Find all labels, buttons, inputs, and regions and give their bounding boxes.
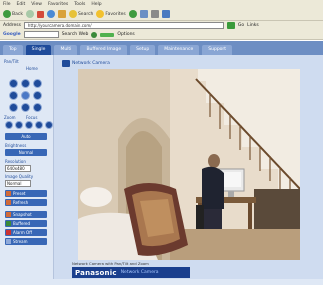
tab-maintenance[interactable]: Maintenance bbox=[158, 45, 200, 55]
links-label[interactable]: Links bbox=[247, 23, 259, 28]
search-icon bbox=[68, 10, 77, 18]
go-button[interactable] bbox=[226, 22, 235, 29]
page-bottom-strip bbox=[0, 279, 323, 285]
buffer-icon bbox=[6, 221, 11, 226]
search-web-button[interactable]: Search Web bbox=[62, 32, 89, 37]
camera-title-text: Network Camera bbox=[72, 60, 110, 66]
live-video-image[interactable] bbox=[78, 69, 300, 260]
camera-icon bbox=[6, 212, 11, 217]
pan-right-button[interactable] bbox=[33, 91, 42, 100]
tab-multi[interactable]: Multi bbox=[54, 45, 78, 55]
pan-tilt-label: Pan/Tilt bbox=[4, 59, 19, 64]
mail-icon[interactable] bbox=[139, 10, 148, 18]
tab-single[interactable]: Single bbox=[25, 45, 52, 55]
tab-top[interactable]: Top bbox=[3, 45, 23, 55]
home-position-button[interactable] bbox=[21, 91, 30, 100]
pan-tilt-pad bbox=[9, 79, 43, 113]
back-arrow-icon bbox=[3, 10, 11, 18]
tab-setup[interactable]: Setup bbox=[130, 45, 156, 55]
options-button[interactable]: Options bbox=[117, 32, 134, 37]
refresh-button[interactable]: Refresh bbox=[5, 199, 47, 206]
brand-name: Panasonic bbox=[75, 268, 117, 277]
tilt-up-button[interactable] bbox=[21, 79, 30, 88]
tab-support[interactable]: Support bbox=[202, 45, 233, 55]
refresh-small-icon bbox=[6, 200, 11, 205]
favorites-button[interactable]: Favorites bbox=[96, 10, 126, 18]
home-label: Home bbox=[26, 66, 38, 71]
menu-favorites[interactable]: Favorites bbox=[48, 2, 68, 7]
snapshot-button[interactable]: Snapshot bbox=[5, 211, 47, 218]
camera-page: Top Single Multi Buffered Image Setup Ma… bbox=[0, 41, 323, 285]
stop-icon[interactable] bbox=[36, 10, 44, 18]
focus-label: Focus bbox=[26, 115, 38, 120]
go-label[interactable]: Go bbox=[238, 23, 244, 28]
search-button[interactable]: Search bbox=[68, 10, 93, 18]
brightness-normal-button[interactable]: Normal bbox=[5, 149, 47, 156]
pan-down-left-button[interactable] bbox=[9, 103, 18, 112]
panasonic-logo: Panasonic Network Camera bbox=[72, 267, 190, 278]
camera-nav: Top Single Multi Buffered Image Setup Ma… bbox=[0, 41, 323, 55]
menu-view[interactable]: View bbox=[31, 2, 42, 7]
resolution-label: Resolution bbox=[5, 159, 26, 164]
caption-text: Network Camera with Pan/Tilt and Zoom bbox=[72, 261, 149, 266]
refresh-icon[interactable] bbox=[46, 10, 55, 18]
stream-button[interactable]: Stream bbox=[5, 238, 47, 245]
quality-label: Image Quality bbox=[5, 174, 34, 179]
pagerank-icon bbox=[100, 32, 115, 37]
menu-help[interactable]: Help bbox=[91, 2, 101, 7]
camera-badge-icon bbox=[62, 59, 70, 67]
control-panel: Pan/Tilt Home Zoom Focus Auto Brightness… bbox=[0, 55, 54, 285]
edit-icon[interactable] bbox=[161, 10, 170, 18]
home-icon[interactable] bbox=[57, 10, 66, 18]
tab-buffered-image[interactable]: Buffered Image bbox=[80, 45, 128, 55]
address-label: Address bbox=[3, 23, 21, 28]
stream-icon bbox=[6, 239, 11, 244]
camera-title: Network Camera bbox=[62, 59, 110, 67]
pan-left-button[interactable] bbox=[9, 91, 18, 100]
menu-edit[interactable]: Edit bbox=[17, 2, 26, 7]
google-toolbar: Google Search Web Options bbox=[0, 30, 323, 40]
google-logo: Google bbox=[3, 32, 21, 37]
star-icon bbox=[96, 10, 105, 18]
focus-auto-button[interactable] bbox=[45, 121, 53, 129]
print-icon[interactable] bbox=[150, 10, 159, 18]
zoom-in-button[interactable] bbox=[15, 121, 23, 129]
focus-near-button[interactable] bbox=[25, 121, 33, 129]
auto-focus-button[interactable]: Auto bbox=[5, 133, 47, 140]
zoom-out-button[interactable] bbox=[5, 121, 13, 129]
quality-select[interactable]: Normal bbox=[5, 180, 31, 187]
menu-file[interactable]: File bbox=[3, 2, 11, 7]
history-icon[interactable] bbox=[128, 10, 137, 18]
alarm-off-button[interactable]: Alarm Off bbox=[5, 229, 47, 236]
address-input[interactable]: http://yourcamera.domain.com/ bbox=[23, 22, 224, 29]
brand-subtitle: Network Camera bbox=[120, 270, 159, 275]
pan-up-left-button[interactable] bbox=[9, 79, 18, 88]
google-search-input[interactable] bbox=[23, 31, 59, 38]
preset-button[interactable]: Preset bbox=[5, 190, 47, 197]
buffered-button[interactable]: Buffered bbox=[5, 220, 47, 227]
camera-content: Network Camera Network Camera with Pan/T… bbox=[60, 55, 318, 285]
pan-up-right-button[interactable] bbox=[33, 79, 42, 88]
room-scene-image bbox=[78, 69, 300, 260]
zoom-focus-controls bbox=[5, 121, 53, 129]
menu-tools[interactable]: Tools bbox=[74, 2, 85, 7]
back-button[interactable]: Back bbox=[3, 10, 23, 18]
address-bar: Address http://yourcamera.domain.com/ Go… bbox=[0, 21, 323, 30]
browser-window: File Edit View Favorites Tools Help Back… bbox=[0, 0, 323, 285]
preset-icon bbox=[6, 191, 11, 196]
blocked-popups-icon bbox=[91, 31, 98, 38]
alarm-icon bbox=[6, 230, 11, 235]
brightness-label: Brightness bbox=[5, 143, 27, 148]
pan-down-right-button[interactable] bbox=[33, 103, 42, 112]
menu-bar: File Edit View Favorites Tools Help bbox=[0, 0, 323, 8]
zoom-label: Zoom bbox=[4, 115, 16, 120]
tilt-down-button[interactable] bbox=[21, 103, 30, 112]
forward-arrow-icon[interactable] bbox=[25, 10, 34, 18]
resolution-select[interactable]: 640x480 bbox=[5, 165, 31, 172]
focus-far-button[interactable] bbox=[35, 121, 43, 129]
browser-toolbar: Back Search Favorites bbox=[0, 8, 323, 21]
